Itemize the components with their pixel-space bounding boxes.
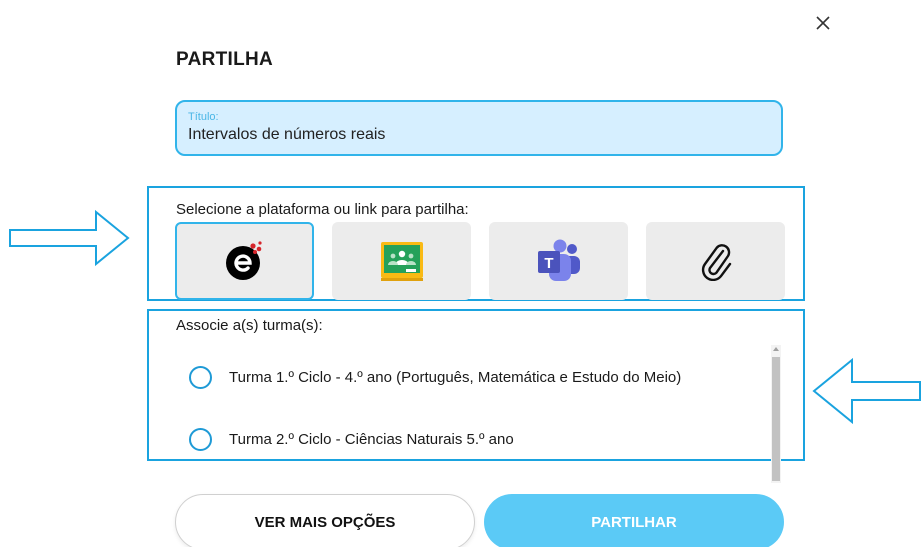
class-option-2[interactable]: Turma 2.º Ciclo - Ciências Naturais 5.º … <box>176 419 514 459</box>
scrollbar-thumb[interactable] <box>772 357 780 481</box>
class-list-scrollbar[interactable] <box>771 345 781 483</box>
more-options-button[interactable]: VER MAIS OPÇÕES <box>175 494 475 547</box>
arrow-left-icon <box>812 358 921 424</box>
class-option-1[interactable]: Turma 1.º Ciclo - 4.º ano (Português, Ma… <box>176 357 681 397</box>
close-icon <box>816 16 830 30</box>
teams-icon: T <box>537 239 580 281</box>
platform-label: Selecione a plataforma ou link para part… <box>176 201 469 218</box>
class-label: Turma 2.º Ciclo - Ciências Naturais 5.º … <box>229 430 514 448</box>
platform-escola-virtual[interactable] <box>175 222 314 300</box>
radio-button[interactable] <box>189 427 212 451</box>
platform-google-classroom[interactable] <box>332 222 471 300</box>
title-input[interactable] <box>188 126 768 144</box>
escola-virtual-logo <box>225 241 262 280</box>
class-label: Turma 1.º Ciclo - 4.º ano (Português, Ma… <box>229 368 682 386</box>
title-field-label: Título: <box>188 111 219 123</box>
paperclip-icon <box>701 244 731 281</box>
radio-button[interactable] <box>189 365 212 389</box>
arrow-right-icon <box>9 209 130 267</box>
close-button[interactable] <box>812 12 834 34</box>
classes-label: Associe a(s) turma(s): <box>176 317 323 334</box>
platform-microsoft-teams[interactable]: T <box>489 222 628 300</box>
title-field[interactable]: Título: <box>175 100 783 156</box>
dialog-title: PARTILHA <box>176 49 274 70</box>
share-button[interactable]: PARTILHAR <box>484 494 784 547</box>
platform-link[interactable] <box>646 222 785 300</box>
scroll-up-arrow-icon[interactable] <box>771 347 781 355</box>
class-list: Turma 1.º Ciclo - 4.º ano (Português, Ma… <box>176 345 783 483</box>
svg-text:T: T <box>544 255 553 272</box>
google-classroom-icon <box>380 242 423 281</box>
